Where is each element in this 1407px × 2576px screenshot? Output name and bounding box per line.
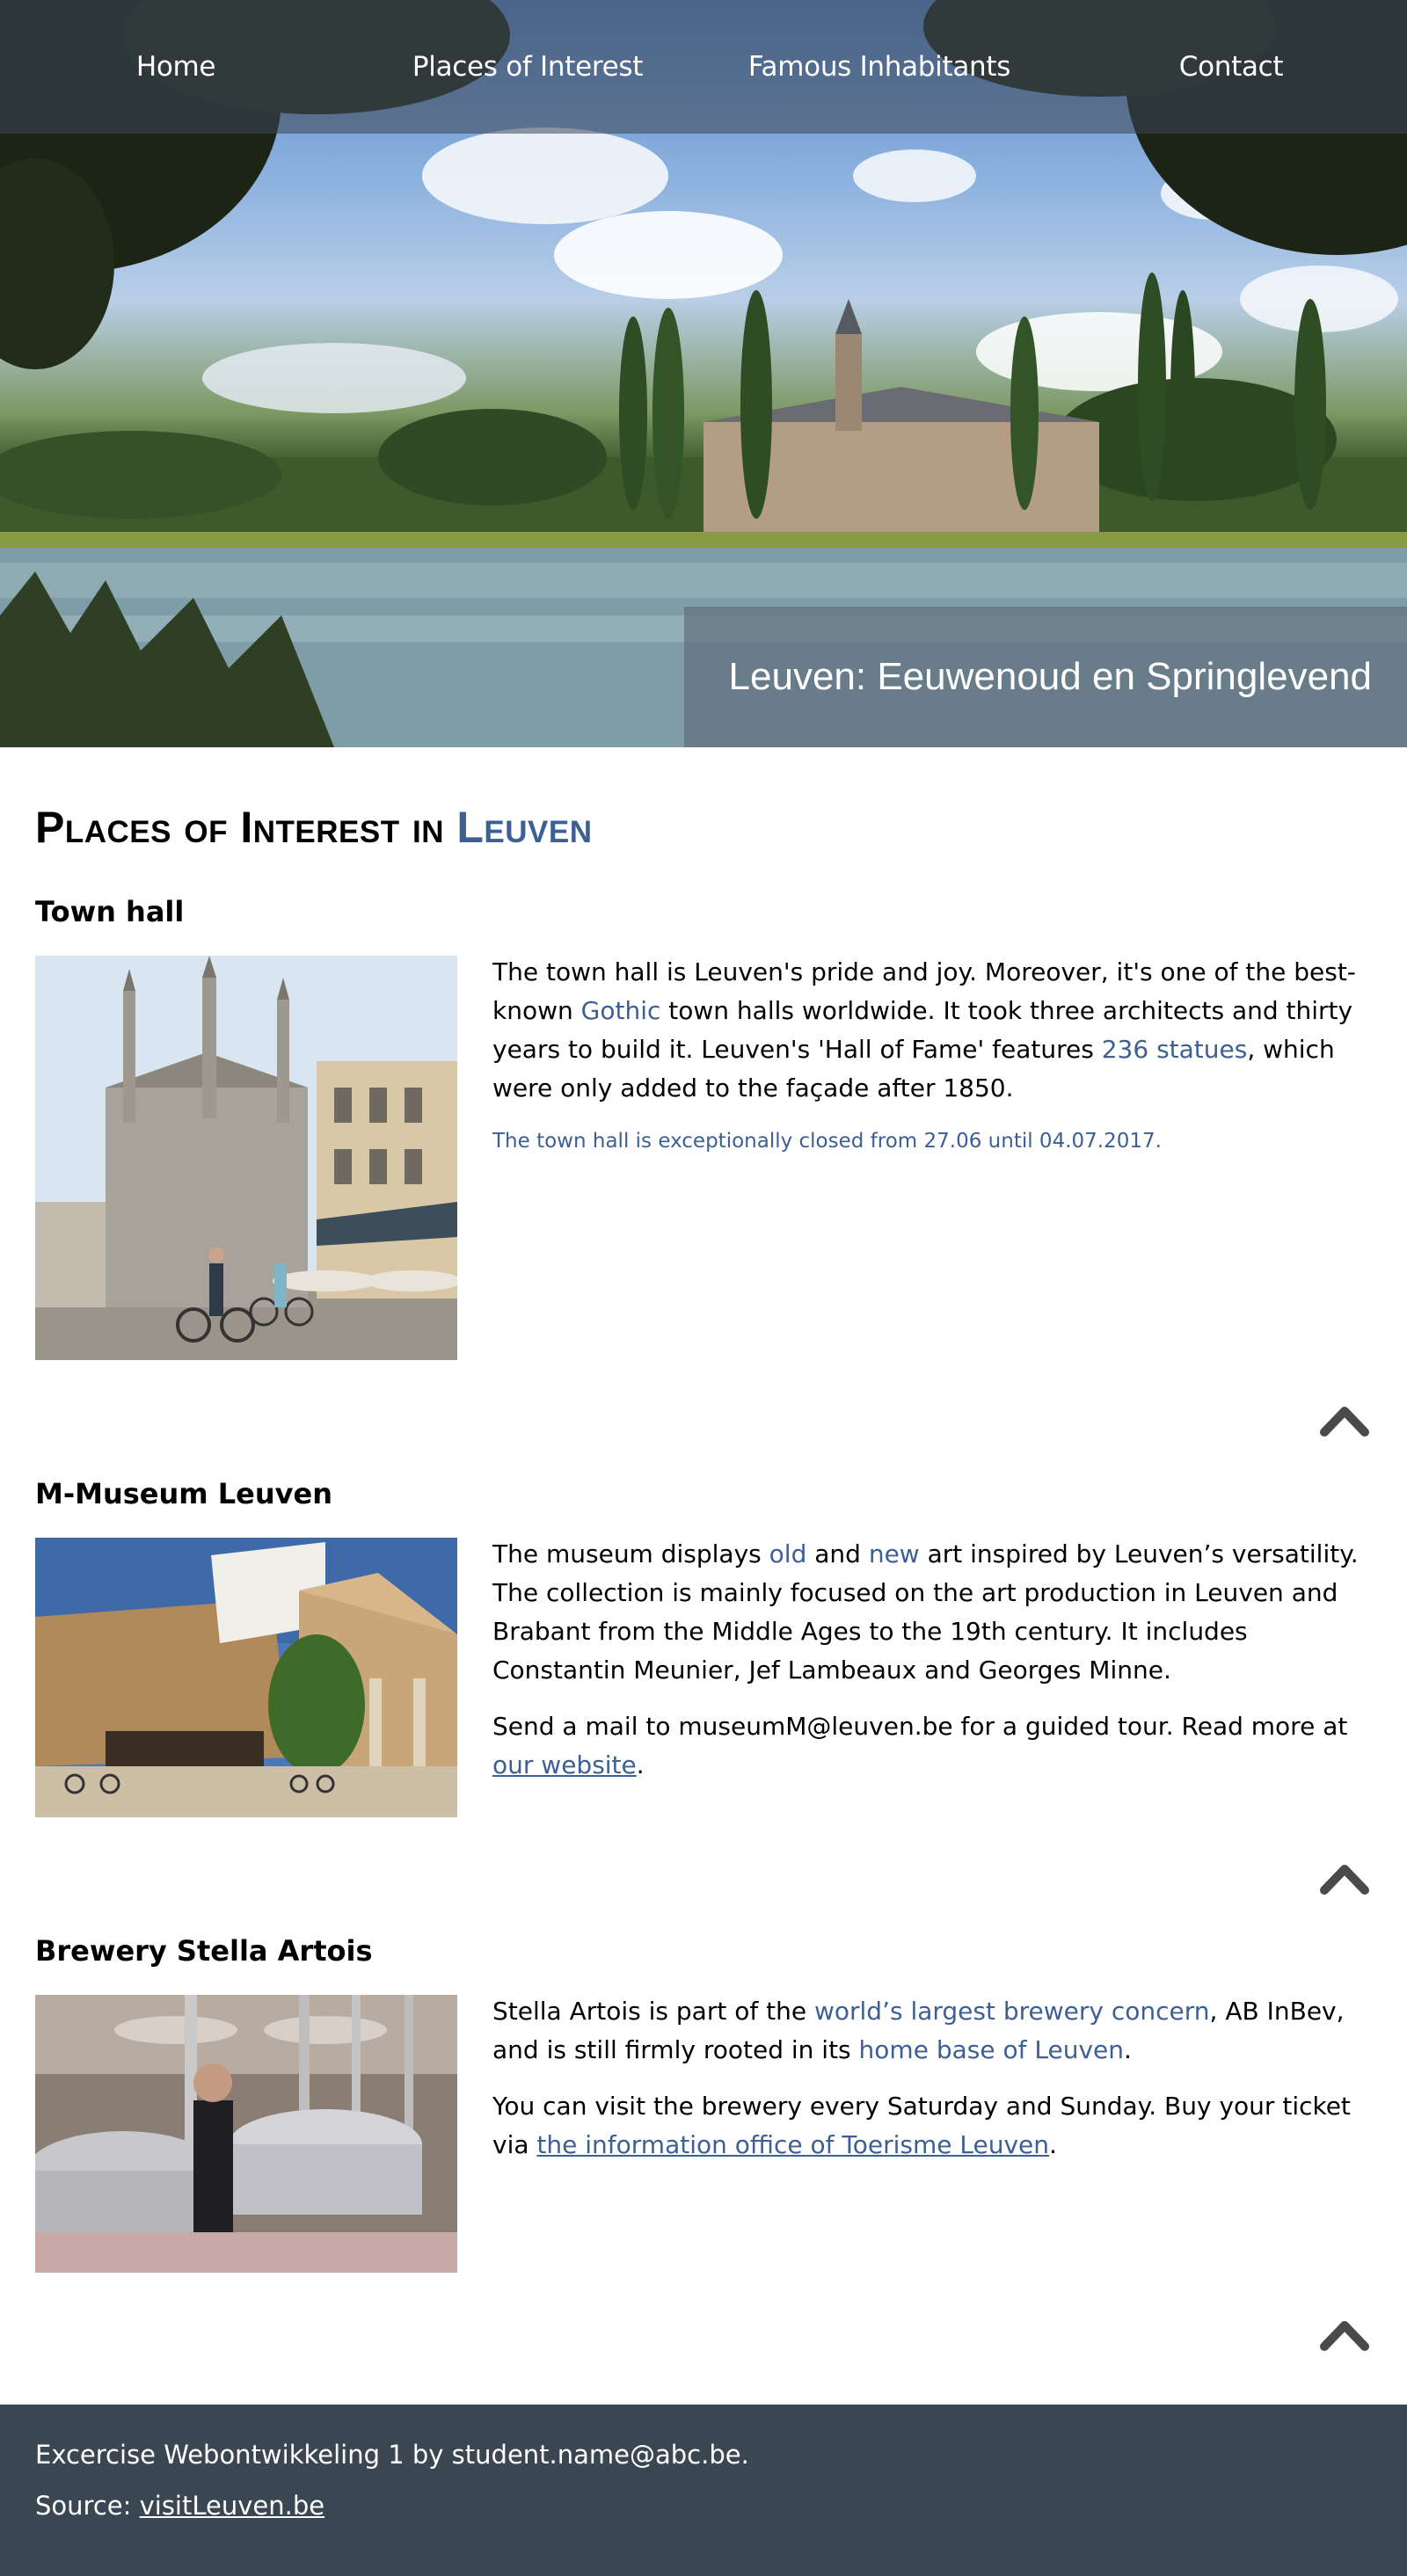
m-museum-image: [35, 1538, 457, 1817]
text-run: Send a mail to museumM@leuven.be for a g…: [492, 1712, 1348, 1741]
town-hall-closing-notice: The town hall is exceptionally closed fr…: [492, 1130, 1162, 1153]
footer-source-label: Source:: [35, 2491, 140, 2521]
brewery-paragraph-2: You can visit the brewery every Saturday…: [492, 2087, 1372, 2165]
text-run: .: [1123, 2035, 1132, 2064]
nav-famous-inhabitants-link[interactable]: Famous Inhabitants: [704, 0, 1055, 134]
highlight-worlds-largest-brewery: world’s largest brewery concern: [813, 1997, 1210, 2026]
m-museum-paragraph-2: Send a mail to museumM@leuven.be for a g…: [492, 1707, 1372, 1785]
page-title-accent: Leuven: [456, 803, 593, 852]
m-museum-text: The museum displays old and new art insp…: [492, 1535, 1372, 1802]
our-website-link[interactable]: our website: [492, 1750, 637, 1779]
town-hall-text: The town hall is Leuven's pride and joy.…: [492, 953, 1372, 1175]
nav-home-link[interactable]: Home: [0, 0, 352, 134]
brewery-image: [35, 1995, 457, 2273]
footer-source: Source: visitLeuven.be: [35, 2491, 324, 2521]
section-heading-town-hall: Town hall: [35, 895, 185, 928]
town-hall-image: [35, 956, 457, 1360]
page-title-prefix: Places of Interest in: [35, 803, 457, 852]
section-heading-brewery: Brewery Stella Artois: [35, 1934, 373, 1968]
highlight-home-base: home base of Leuven: [858, 2035, 1124, 2064]
highlight-new: new: [868, 1539, 920, 1568]
highlight-236-statues: 236 statues: [1101, 1035, 1248, 1064]
text-run: .: [1049, 2130, 1057, 2159]
text-run: The museum displays: [492, 1539, 769, 1568]
highlight-gothic: Gothic: [580, 996, 661, 1025]
nav-contact-link[interactable]: Contact: [1055, 0, 1407, 134]
text-run: Stella Artois is part of the: [492, 1997, 814, 2026]
back-to-top-chevron-icon[interactable]: [1319, 2317, 1370, 2352]
back-to-top-chevron-icon[interactable]: [1319, 1860, 1370, 1896]
footer-source-link[interactable]: visitLeuven.be: [140, 2491, 324, 2521]
brewery-text: Stella Artois is part of the world’s lar…: [492, 1992, 1372, 2182]
footer-credit: Excercise Webontwikkeling 1 by student.n…: [35, 2440, 749, 2470]
brewery-paragraph-1: Stella Artois is part of the world’s lar…: [492, 1992, 1372, 2070]
text-run: and: [806, 1539, 869, 1568]
town-hall-paragraph: The town hall is Leuven's pride and joy.…: [492, 953, 1372, 1108]
toerisme-leuven-link[interactable]: the information office of Toerisme Leuve…: [536, 2130, 1049, 2159]
highlight-old: old: [769, 1539, 807, 1568]
nav-places-of-interest-link[interactable]: Places of Interest: [352, 0, 704, 134]
hero-banner: Home Places of Interest Famous Inhabitan…: [0, 0, 1407, 747]
page-title: Places of Interest in Leuven: [35, 802, 593, 853]
text-run: .: [636, 1750, 645, 1779]
section-heading-m-museum: M-Museum Leuven: [35, 1477, 332, 1510]
m-museum-paragraph-1: The museum displays old and new art insp…: [492, 1535, 1372, 1690]
main-navigation: Home Places of Interest Famous Inhabitan…: [0, 0, 1407, 134]
hero-caption-box: Leuven: Eeuwenoud en Springlevend: [684, 607, 1407, 747]
back-to-top-chevron-icon[interactable]: [1319, 1402, 1370, 1437]
hero-caption-text: Leuven: Eeuwenoud en Springlevend: [728, 655, 1372, 698]
page-footer: Excercise Webontwikkeling 1 by student.n…: [0, 2405, 1407, 2576]
